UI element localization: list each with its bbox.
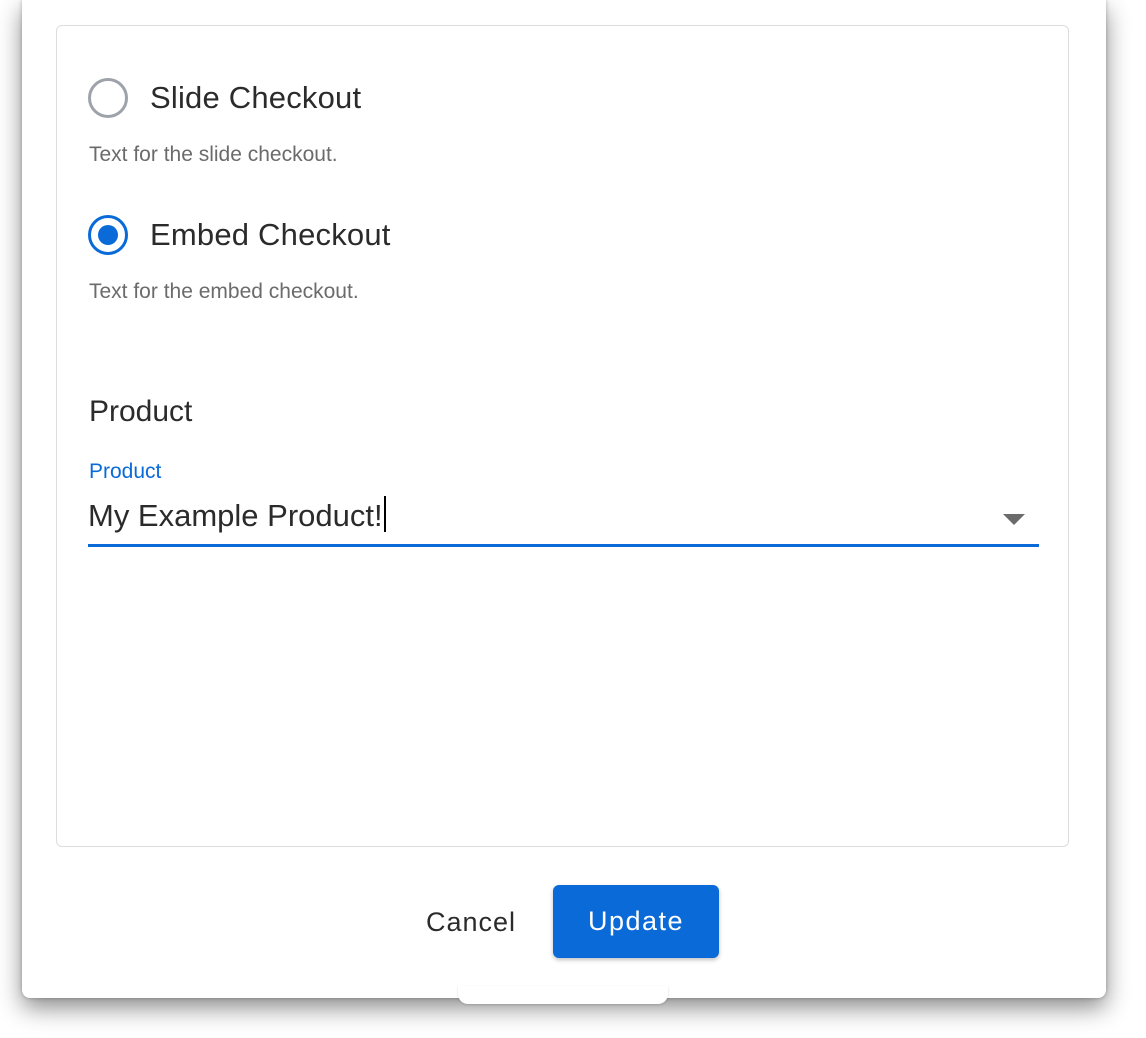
product-section-title: Product xyxy=(89,395,193,428)
radio-option-slide-checkout[interactable]: Slide Checkout xyxy=(88,78,361,118)
product-field-label: Product xyxy=(89,460,162,483)
update-button[interactable]: Update xyxy=(553,885,719,958)
radio-dot xyxy=(98,225,118,245)
text-cursor xyxy=(383,496,386,532)
product-select-value: My Example Product! xyxy=(88,498,383,533)
triangle-down-icon[interactable] xyxy=(1003,514,1025,525)
radio-description-embed-checkout: Text for the embed checkout. xyxy=(89,280,359,303)
product-select-value-wrapper: My Example Product! xyxy=(88,496,386,534)
radio-unchecked-icon[interactable] xyxy=(88,78,128,118)
radio-option-embed-checkout[interactable]: Embed Checkout xyxy=(88,215,391,255)
radio-label-slide-checkout: Slide Checkout xyxy=(150,80,362,115)
radio-label-embed-checkout: Embed Checkout xyxy=(150,217,391,252)
radio-checked-icon[interactable] xyxy=(88,215,128,255)
product-select-input[interactable]: My Example Product! xyxy=(88,492,1039,547)
cancel-button[interactable]: Cancel xyxy=(408,886,534,958)
dialog-pointer xyxy=(458,986,668,1004)
radio-description-slide-checkout: Text for the slide checkout. xyxy=(89,143,338,166)
